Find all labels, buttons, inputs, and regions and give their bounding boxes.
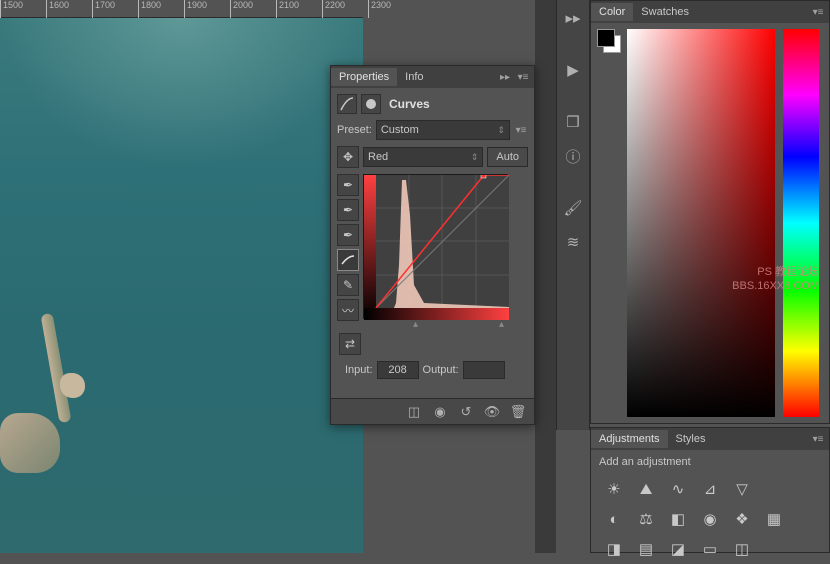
tab-adjustments[interactable]: Adjustments <box>591 430 668 448</box>
exposure-icon[interactable]: ⊿ <box>699 478 721 500</box>
eyedropper-black-icon[interactable]: ✒ <box>337 174 359 196</box>
properties-footer: ◫ ◉ ↺ 👁 🗑 <box>331 398 534 424</box>
auto-button[interactable]: Auto <box>487 147 528 167</box>
3d-icon[interactable]: ❒ <box>561 110 585 134</box>
hand-shape <box>60 373 85 398</box>
output-field[interactable] <box>463 361 505 379</box>
vibrance-icon[interactable]: ▽ <box>731 478 753 500</box>
ruler-tick: 2000 <box>230 0 253 18</box>
hue-saturation-icon[interactable]: ◐ <box>603 508 625 530</box>
curves-adjustment-icon[interactable] <box>337 94 357 114</box>
ruler-tick: 1500 <box>0 0 23 18</box>
hue-slider[interactable] <box>783 29 819 417</box>
panel-menu-icon[interactable]: ▾≡ <box>516 70 530 84</box>
black-white-icon[interactable]: ◧ <box>667 508 689 530</box>
gradient-map-icon[interactable]: ▭ <box>699 538 721 560</box>
brightness-contrast-icon[interactable]: ☀ <box>603 478 625 500</box>
channel-mixer-icon[interactable]: ❖ <box>731 508 753 530</box>
panel-menu-icon[interactable]: ▾≡ <box>811 5 825 19</box>
ruler-tick: 2300 <box>368 0 391 18</box>
adjustments-panel: Adjustments Styles ▾≡ Add an adjustment … <box>590 427 830 553</box>
foreground-background-swatch[interactable] <box>597 29 621 53</box>
play-icon[interactable]: ▶ <box>561 58 585 82</box>
curve-slider[interactable]: ▴ ▴ <box>391 319 536 331</box>
smooth-tool-icon[interactable]: 〰 <box>337 299 359 321</box>
preset-dropdown[interactable]: Custom <box>376 120 510 140</box>
invert-icon[interactable]: ◨ <box>603 538 625 560</box>
curves-graph[interactable] <box>363 174 508 319</box>
section-title: Curves <box>389 97 430 111</box>
visibility-icon[interactable]: 👁 <box>482 402 502 422</box>
threshold-icon[interactable]: ◪ <box>667 538 689 560</box>
ruler-tick: 2200 <box>322 0 345 18</box>
ruler-tick: 2100 <box>276 0 299 18</box>
canvas-area[interactable] <box>0 18 363 553</box>
shadow-slider-icon[interactable]: ▴ <box>413 319 418 330</box>
reset-icon[interactable]: ↺ <box>456 402 476 422</box>
tab-swatches[interactable]: Swatches <box>633 3 697 21</box>
info-panel-icon[interactable]: ⓘ <box>561 144 585 168</box>
collapsed-panel-dock: ▸▸ ▶ ❒ ⓘ 🖌 ≋ <box>556 0 590 430</box>
watermark: PS 教程论坛 BBS.16XX8.COM <box>732 265 819 294</box>
color-balance-icon[interactable]: ⚖ <box>635 508 657 530</box>
eyedropper-white-icon[interactable]: ✒ <box>337 224 359 246</box>
tab-styles[interactable]: Styles <box>668 430 714 448</box>
view-previous-icon[interactable]: ◉ <box>430 402 450 422</box>
input-field[interactable] <box>377 361 419 379</box>
adjustments-tabs: Adjustments Styles ▾≡ <box>591 428 829 450</box>
output-label: Output: <box>423 364 459 376</box>
curves-icon[interactable]: ∿ <box>667 478 689 500</box>
mask-icon[interactable] <box>361 94 381 114</box>
trash-icon[interactable]: 🗑 <box>508 402 528 422</box>
panel-menu-icon[interactable]: ▾≡ <box>811 432 825 446</box>
eyedropper-gray-icon[interactable]: ✒ <box>337 199 359 221</box>
ruler-tick: 1900 <box>184 0 207 18</box>
input-label: Input: <box>345 364 373 376</box>
dock-background <box>535 0 556 553</box>
ruler-tick: 1700 <box>92 0 115 18</box>
properties-panel-tabs: Properties Info ▸▸ ▾≡ <box>331 66 534 88</box>
expand-dock-icon[interactable]: ▸▸ <box>561 6 585 30</box>
collapse-icon[interactable]: ▸▸ <box>498 70 512 84</box>
clip-to-layer-icon[interactable]: ◫ <box>404 402 424 422</box>
document-image <box>0 18 363 553</box>
horizontal-ruler: 1500 1600 1700 1800 1900 2000 2100 2200 … <box>0 0 363 18</box>
clip-icon[interactable]: ⇄ <box>339 333 361 355</box>
color-panel: Color Swatches ▾≡ PS 教程论坛 BBS.16XX8.COM <box>590 0 830 424</box>
brush-panel-icon[interactable]: 🖌 <box>561 196 585 220</box>
layers-panel-icon[interactable]: ≋ <box>561 230 585 254</box>
photo-filter-icon[interactable]: ◉ <box>699 508 721 530</box>
color-lookup-icon[interactable]: ▦ <box>763 508 785 530</box>
tab-color[interactable]: Color <box>591 3 633 21</box>
ruler-tick: 1800 <box>138 0 161 18</box>
add-adjustment-label: Add an adjustment <box>591 450 829 474</box>
preset-label: Preset: <box>337 124 372 136</box>
preset-menu-icon[interactable]: ▾≡ <box>514 123 528 137</box>
pencil-tool-icon[interactable]: ✎ <box>337 274 359 296</box>
target-adjustment-icon[interactable]: ✥ <box>337 146 359 168</box>
levels-icon[interactable]: ⛰ <box>635 478 657 500</box>
color-panel-tabs: Color Swatches ▾≡ <box>591 1 829 23</box>
foreground-color-swatch[interactable] <box>597 29 615 47</box>
properties-panel: Properties Info ▸▸ ▾≡ Curves Preset: Cus… <box>330 65 535 425</box>
tab-info[interactable]: Info <box>397 68 431 86</box>
ruler-tick: 1600 <box>46 0 69 18</box>
selective-color-icon[interactable]: ◫ <box>731 538 753 560</box>
color-field[interactable] <box>627 29 775 417</box>
tab-properties[interactable]: Properties <box>331 68 397 86</box>
posterize-icon[interactable]: ▤ <box>635 538 657 560</box>
curve-point-tool-icon[interactable] <box>337 249 359 271</box>
highlight-slider-icon[interactable]: ▴ <box>499 319 504 330</box>
channel-dropdown[interactable]: Red <box>363 147 483 167</box>
